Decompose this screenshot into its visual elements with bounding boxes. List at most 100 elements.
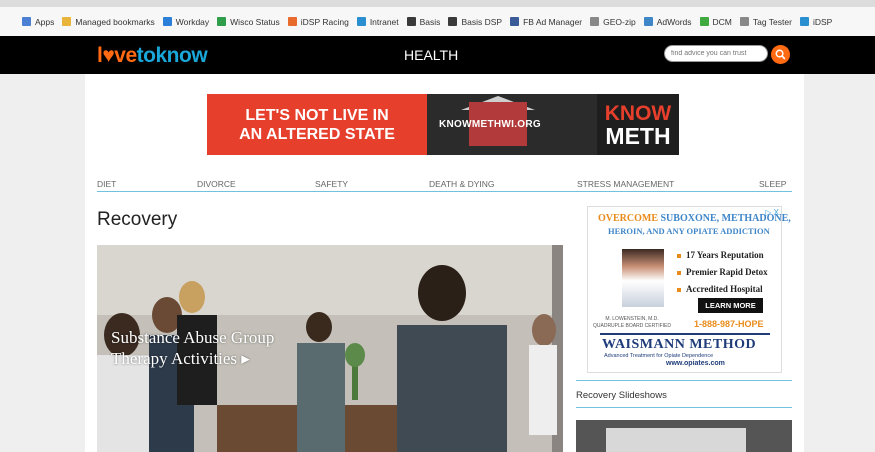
basis-icon (448, 17, 458, 26)
bookmark-item[interactable]: Wisco Status (217, 17, 280, 27)
adwords-icon (643, 17, 653, 26)
hero-caption-line1: Substance Abuse Group (111, 328, 275, 347)
ad-bullet: Accredited Hospital (677, 281, 768, 298)
doctor-name: M. LOWENSTEIN, M.D. QUADRUPLE BOARD CERT… (593, 316, 671, 330)
learn-more-button[interactable]: LEARN MORE (698, 298, 763, 313)
bookmark-label: GEO-zip (603, 16, 636, 27)
dcm-icon (699, 17, 709, 26)
thumbnail-screen (606, 428, 746, 452)
page-icon (739, 17, 749, 26)
ad-slogan: LET'S NOT LIVE IN AN ALTERED STATE (207, 94, 427, 155)
search-button[interactable] (771, 45, 790, 64)
ad-phone: 1-888-987-HOPE (694, 319, 764, 329)
hero-caption[interactable]: Substance Abuse Group Therapy Activities… (111, 327, 274, 369)
sidebar-ad[interactable]: ▷ X OVERCOME SUBOXONE, METHADONE, HEROIN… (587, 206, 791, 373)
bookmark-item[interactable]: iDSP Racing (287, 16, 349, 27)
ad-barn-image: KNOWMETHWI.ORG (427, 94, 597, 155)
bookmark-item[interactable]: DCM (699, 16, 732, 27)
slideshows-heading: Recovery Slideshows (576, 390, 667, 401)
bookmark-item[interactable]: FB Ad Manager (510, 17, 582, 27)
bookmark-label: iDSP Racing (300, 16, 349, 27)
bookmark-label: Intranet (369, 16, 399, 27)
section-title[interactable]: HEALTH (404, 47, 458, 63)
ad-overcome: OVERCOME (598, 213, 658, 224)
ad-bullet-text: 17 Years Reputation (686, 250, 764, 260)
idsp-icon (799, 17, 809, 26)
hero-caption-line2: Therapy Activities ▸ (111, 349, 250, 368)
ad-url: KNOWMETHWI.ORG (439, 119, 541, 130)
doctor-name-line1: M. LOWENSTEIN, M.D. (605, 316, 659, 322)
search-icon (775, 49, 786, 60)
bullet-icon (677, 287, 681, 292)
fb-icon (510, 17, 520, 26)
bookmark-label: AdWords (656, 16, 692, 27)
bookmark-label: Basis DSP (461, 16, 503, 27)
nav-safety[interactable]: SAFETY (315, 179, 348, 189)
bookmark-item[interactable]: GEO-zip (590, 17, 636, 27)
bookmark-label: Wisco Status (230, 16, 280, 27)
top-ad-banner[interactable]: LET'S NOT LIVE IN AN ALTERED STATE KNOWM… (207, 94, 679, 155)
nav-divorce[interactable]: DIVORCE (197, 179, 236, 189)
site-search (664, 45, 790, 64)
racing-icon (287, 17, 297, 26)
ad-slogan-line1: LET'S NOT LIVE IN (245, 106, 389, 124)
slideshow-thumbnail[interactable] (576, 420, 792, 452)
bookmark-item[interactable]: Workday (162, 16, 210, 27)
bookmark-label: Managed bookmarks (75, 16, 155, 27)
ad-meth: METH (605, 122, 671, 149)
bookmark-item[interactable]: Managed bookmarks (62, 16, 155, 27)
intranet-icon (356, 17, 366, 26)
brand-tagline: Advanced Treatment for Opiate Dependence (604, 353, 714, 359)
nav-sleep[interactable]: SLEEP (759, 179, 786, 189)
category-nav: DIET DIVORCE SAFETY DEATH & DYING STRESS… (97, 177, 792, 192)
bookmark-item[interactable]: iDSP (799, 16, 833, 27)
bookmark-label: Workday (175, 16, 210, 27)
bookmark-item[interactable]: Tag Tester (739, 16, 792, 27)
brand-name: WAISMANN METHOD (602, 337, 757, 352)
ad-know: KNOW (604, 101, 672, 125)
ad-subheadline: HEROIN, AND ANY OPIATE ADDICTION (608, 226, 770, 236)
bookmark-item[interactable]: Apps (22, 17, 54, 27)
ad-know-meth: KNOW METH (597, 94, 679, 155)
bookmark-label: Apps (35, 16, 55, 27)
bookmark-item[interactable]: Basis DSP (448, 17, 502, 27)
nav-diet[interactable]: DIET (97, 179, 116, 189)
ad-headline: OVERCOME SUBOXONE, METHADONE, (598, 213, 791, 224)
basis-icon (406, 17, 416, 26)
bookmarks-bar: Apps Managed bookmarks Workday Wisco Status… (0, 7, 875, 37)
bookmark-label: DCM (712, 16, 732, 27)
nav-stress-management[interactable]: STRESS MANAGEMENT (577, 179, 674, 189)
ad-slogan-line2: AN ALTERED STATE (239, 125, 395, 143)
ad-bullet-text: Premier Rapid Detox (686, 267, 768, 277)
hero-image[interactable]: Substance Abuse Group Therapy Activities… (97, 245, 563, 452)
bookmark-item[interactable]: Intranet (356, 16, 399, 27)
workday-icon (162, 17, 172, 26)
site-logo[interactable]: l♥vetoknow (97, 44, 208, 68)
doctor-name-line2: QUADRUPLE BOARD CERTIFIED (593, 323, 671, 329)
ad-bullet: 17 Years Reputation (677, 247, 768, 264)
browser-tab-strip (0, 0, 875, 7)
search-input[interactable] (664, 45, 768, 62)
ad-bullet-text: Accredited Hospital (686, 284, 763, 294)
apps-grid-icon (22, 17, 31, 26)
bookmark-label: Basis (419, 16, 441, 27)
ad-bullet: Premier Rapid Detox (677, 264, 768, 281)
bookmark-item[interactable]: AdWords (643, 16, 692, 27)
brand-url: www.opiates.com (666, 360, 725, 367)
logo-love: l♥ve (97, 44, 137, 67)
ad-drugs: SUBOXONE, METHADONE, (660, 213, 791, 224)
page-icon (590, 17, 600, 26)
bookmark-label: FB Ad Manager (523, 16, 583, 27)
ad-bullets: 17 Years Reputation Premier Rapid Detox … (677, 247, 768, 298)
status-icon (217, 17, 227, 26)
bullet-icon (677, 270, 681, 275)
divider (576, 380, 792, 381)
bookmark-label: Tag Tester (752, 16, 792, 27)
bullet-icon (677, 253, 681, 258)
bookmark-item[interactable]: Basis (406, 16, 441, 27)
doctor-photo (622, 249, 664, 307)
divider (576, 407, 792, 408)
nav-death-dying[interactable]: DEATH & DYING (429, 179, 495, 189)
page-title: Recovery (97, 209, 178, 230)
bookmark-label: iDSP (812, 16, 833, 27)
